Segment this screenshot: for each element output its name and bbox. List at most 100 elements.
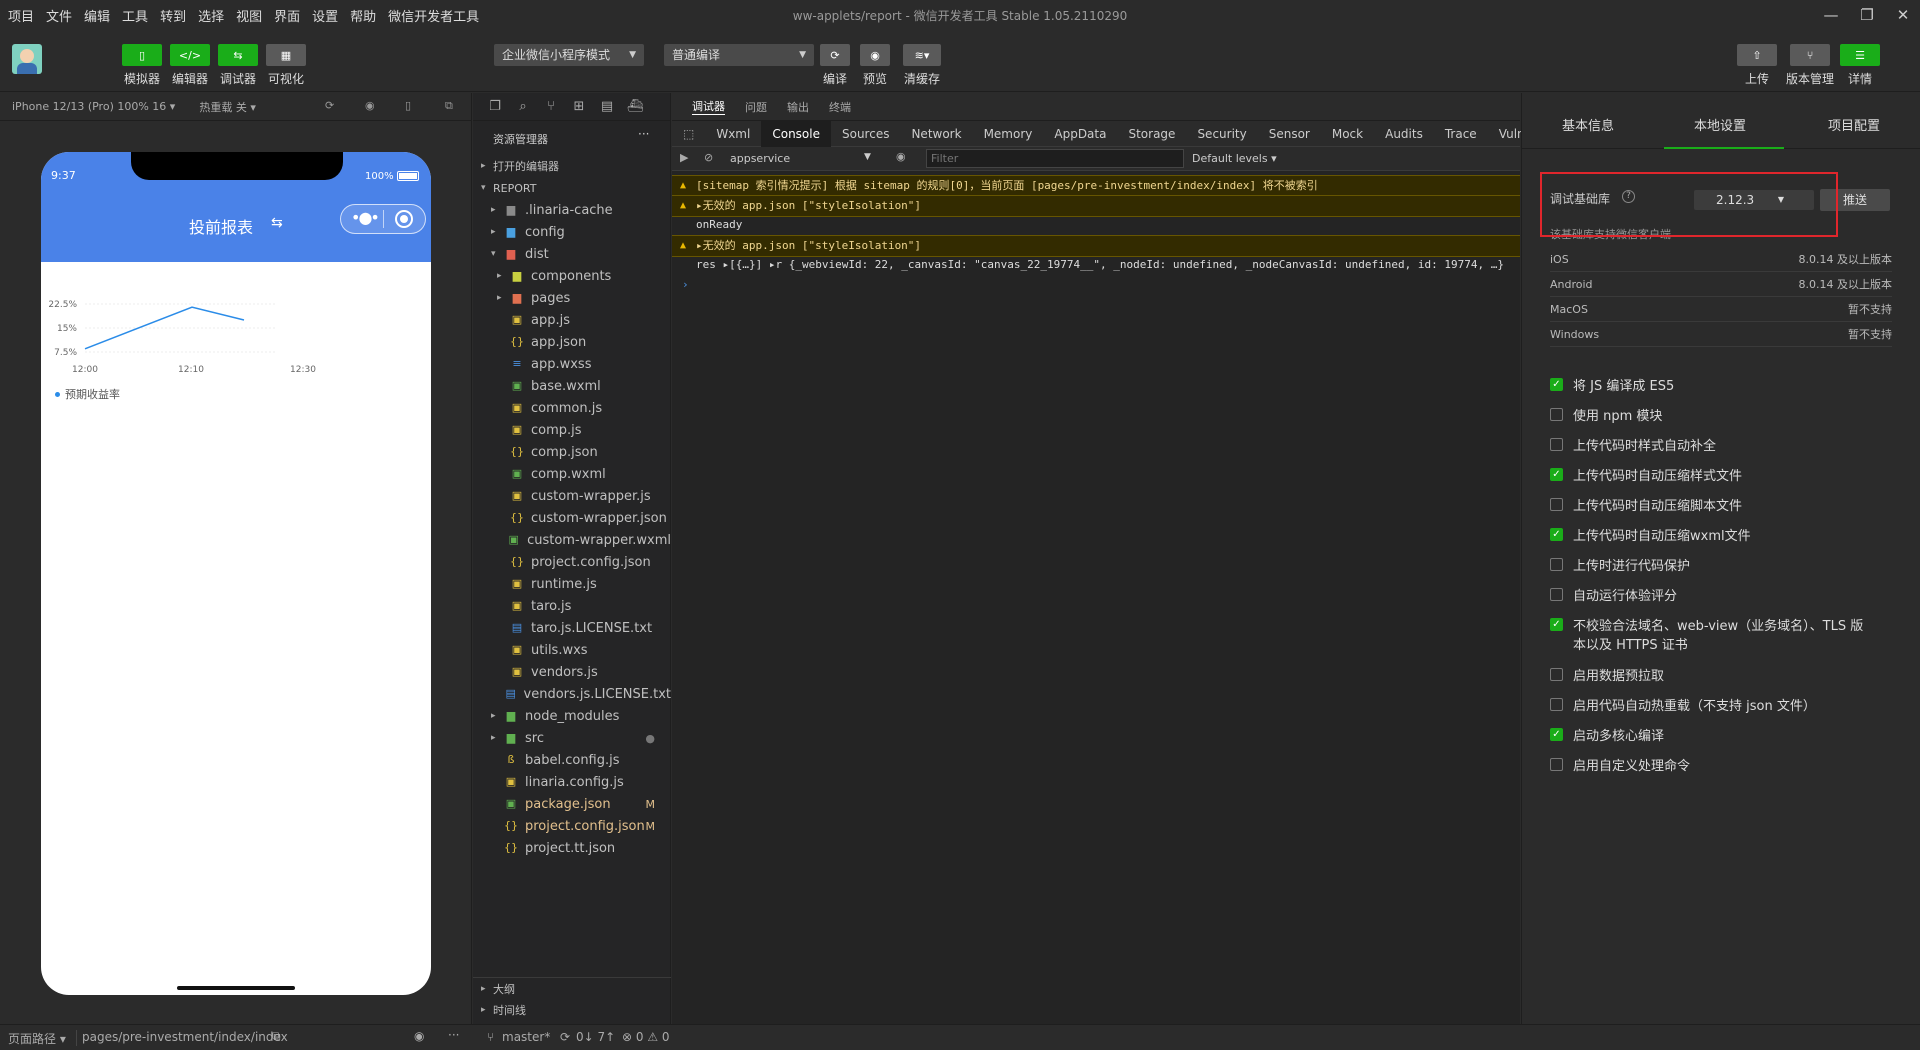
copy-icon[interactable]: ⧉ [272, 1029, 281, 1044]
more-icon[interactable]: ··· [448, 1028, 459, 1042]
option-checkbox[interactable]: ✓ 上传代码时自动压缩样式文件 [1550, 467, 1873, 486]
context-select[interactable]: appservice [730, 152, 790, 165]
preview-button[interactable]: ◉ 预览 [860, 44, 890, 87]
option-checkbox[interactable]: 启用代码自动热重载（不支持 json 文件） [1550, 697, 1873, 716]
menu-item-1[interactable]: 文件 [46, 6, 72, 25]
file-tree-item[interactable]: ▣ common.js [473, 397, 671, 419]
file-tree-item[interactable]: ▣ taro.js [473, 595, 671, 617]
devtools-tab-storage[interactable]: Storage [1117, 121, 1186, 147]
editor-button[interactable]: </> 编辑器 [170, 44, 210, 87]
tab-project-config[interactable]: 项目配置 [1828, 115, 1880, 134]
version-button[interactable]: ⑂ 版本管理 [1786, 44, 1834, 87]
devtools-tab-security[interactable]: Security [1186, 121, 1257, 147]
sidebar-toggle-icon[interactable]: ▶ [680, 151, 688, 164]
option-checkbox[interactable]: ✓ 将 JS 编译成 ES5 [1550, 377, 1873, 396]
storage-icon[interactable]: ▤ [593, 99, 621, 114]
clear-console-icon[interactable]: ⊘ [704, 151, 713, 164]
file-tree-item[interactable]: ▸ ▆ .linaria-cache [473, 199, 671, 221]
more-icon[interactable]: ··· [638, 127, 649, 141]
search-icon[interactable]: ⌕ [509, 99, 537, 114]
page-path-select[interactable]: 页面路径 ▾ [8, 1030, 66, 1047]
devtools-tab-console[interactable]: Console [761, 120, 831, 147]
option-checkbox[interactable]: 启用数据预拉取 [1550, 667, 1873, 686]
menu-item-0[interactable]: 项目 [8, 6, 34, 25]
switch-icon[interactable]: ⇆ [271, 215, 283, 231]
docker-icon[interactable]: ⛴ [621, 99, 649, 114]
menu-item-6[interactable]: 视图 [236, 6, 262, 25]
menu-item-7[interactable]: 界面 [274, 6, 300, 25]
file-tree-item[interactable]: ▣ comp.js [473, 419, 671, 441]
debugger-tab-2[interactable]: 输出 [787, 99, 809, 115]
devtools-tab-wxml[interactable]: Wxml [705, 121, 761, 147]
devtools-tab-sensor[interactable]: Sensor [1258, 121, 1321, 147]
user-avatar[interactable] [12, 44, 42, 74]
git-branch[interactable]: master* [502, 1030, 550, 1044]
upload-button[interactable]: ⇧ 上传 [1737, 44, 1777, 87]
file-tree-item[interactable]: ▸ ▆ config [473, 221, 671, 243]
details-button[interactable]: ☰ 详情 [1840, 44, 1880, 87]
eye-icon[interactable]: ◉ [414, 1029, 424, 1043]
option-checkbox[interactable]: ✓ 启动多核心编译 [1550, 727, 1873, 746]
file-tree-item[interactable]: ▤ vendors.js.LICENSE.txt [473, 683, 671, 705]
file-tree-item[interactable]: ▤ taro.js.LICENSE.txt [473, 617, 671, 639]
option-checkbox[interactable]: ✓ 上传代码时自动压缩wxml文件 [1550, 527, 1873, 546]
project-root[interactable]: ▾ REPORT [473, 177, 671, 199]
file-tree-item[interactable]: ▣ runtime.js [473, 573, 671, 595]
devtools-tab-trace[interactable]: Trace [1434, 121, 1488, 147]
file-tree-item[interactable]: ▣ linaria.config.js [473, 771, 671, 793]
problems-count[interactable]: ⊗ 0 ⚠ 0 [622, 1030, 670, 1044]
menu-item-8[interactable]: 设置 [312, 6, 338, 25]
open-editors-section[interactable]: ▸ 打开的编辑器 [473, 155, 671, 177]
devtools-tab-mock[interactable]: Mock [1321, 121, 1374, 147]
menu-item-2[interactable]: 编辑 [84, 6, 110, 25]
file-tree-item[interactable]: ß babel.config.js [473, 749, 671, 771]
file-tree-item[interactable]: {} project.tt.json [473, 837, 671, 859]
file-tree-item[interactable]: ▸ ▆ node_modules [473, 705, 671, 727]
menu-item-9[interactable]: 帮助 [350, 6, 376, 25]
option-checkbox[interactable]: 使用 npm 模块 [1550, 407, 1873, 426]
refresh-icon[interactable]: ⟳ [325, 99, 334, 112]
file-tree-item[interactable]: ▣ custom-wrapper.js [473, 485, 671, 507]
file-tree-item[interactable]: ▣ package.json M [473, 793, 671, 815]
option-checkbox[interactable]: 上传代码时自动压缩脚本文件 [1550, 497, 1873, 516]
devtools-tab-sources[interactable]: Sources [831, 121, 900, 147]
outline-section[interactable]: ▸ 大纲 [473, 977, 671, 999]
tab-basic-info[interactable]: 基本信息 [1562, 115, 1614, 134]
visual-button[interactable]: ▦ 可视化 [266, 44, 306, 87]
clear-cache-button[interactable]: ≋▾ 清缓存 [903, 44, 941, 87]
extensions-icon[interactable]: ⊞ [565, 99, 593, 114]
more-icon[interactable]: •●• [351, 208, 380, 227]
menu-item-5[interactable]: 选择 [198, 6, 224, 25]
phone-icon[interactable]: ▯ [405, 99, 411, 112]
compile-mode-select[interactable]: 普通编译 ▼ [664, 44, 814, 66]
file-tree-item[interactable]: ▣ vendors.js [473, 661, 671, 683]
file-tree-item[interactable]: {} comp.json [473, 441, 671, 463]
file-tree-item[interactable]: ▣ base.wxml [473, 375, 671, 397]
option-checkbox[interactable]: ✓ 不校验合法域名、web-view（业务域名）、TLS 版本以及 HTTPS 证… [1550, 617, 1873, 655]
minimize-button[interactable]: — [1818, 4, 1844, 26]
file-tree-item[interactable]: ▸ ▆ pages [473, 287, 671, 309]
maximize-button[interactable]: ❐ [1854, 4, 1880, 26]
file-tree-item[interactable]: {} app.json [473, 331, 671, 353]
menu-item-10[interactable]: 微信开发者工具 [388, 6, 479, 25]
close-capsule-icon[interactable] [395, 210, 413, 228]
menu-item-4[interactable]: 转到 [160, 6, 186, 25]
file-tree-item[interactable]: {} project.config.json [473, 551, 671, 573]
devtools-tab-memory[interactable]: Memory [973, 121, 1044, 147]
levels-select[interactable]: Default levels ▾ [1192, 152, 1277, 165]
file-tree-item[interactable]: ▸ ▆ src ● [473, 727, 671, 749]
record-icon[interactable]: ◉ [365, 99, 375, 112]
files-icon[interactable]: ❐ [481, 99, 509, 114]
file-tree-item[interactable]: ▣ custom-wrapper.wxml [473, 529, 671, 551]
devtools-tab-appdata[interactable]: AppData [1043, 121, 1117, 147]
debugger-tab-0[interactable]: 调试器 [692, 98, 725, 115]
eye-icon[interactable]: ◉ [896, 150, 906, 163]
git-icon[interactable]: ⑂ [537, 99, 565, 114]
option-checkbox[interactable]: 自动运行体验评分 [1550, 587, 1873, 606]
file-tree-item[interactable]: ▣ app.js [473, 309, 671, 331]
devtools-tab-audits[interactable]: Audits [1374, 121, 1434, 147]
debugger-tab-3[interactable]: 终端 [829, 99, 851, 115]
file-tree-item[interactable]: ≡ app.wxss [473, 353, 671, 375]
console-prompt[interactable]: › [672, 275, 1520, 295]
menu-item-3[interactable]: 工具 [122, 6, 148, 25]
